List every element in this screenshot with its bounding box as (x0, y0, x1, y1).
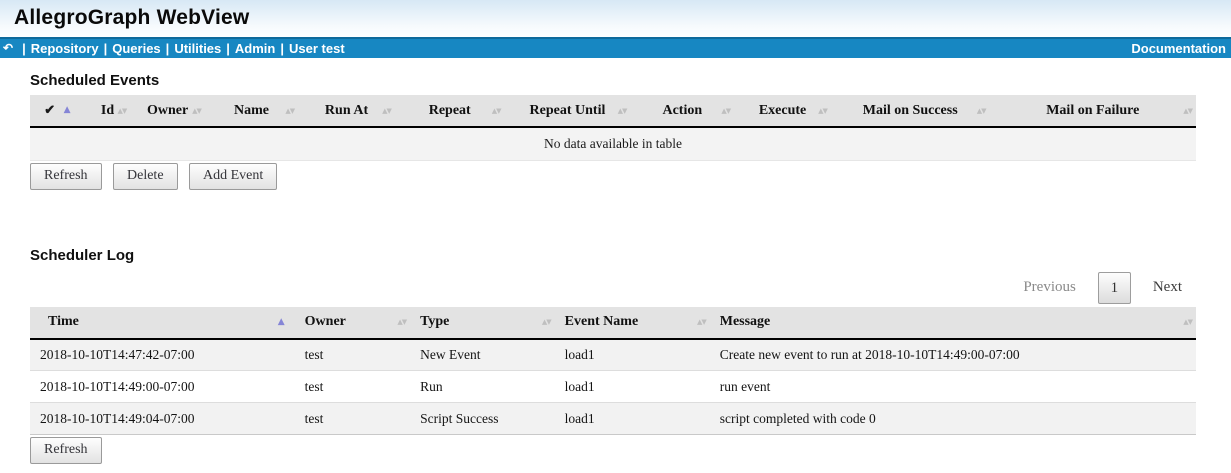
cell-owner: test (295, 339, 410, 371)
scheduled-events-table: ✔ ▲ Id▲▼ Owner▲▼ Name▲▼ Run At▲▼ Repeat▲… (30, 95, 1196, 161)
sort-both-icon: ▲▼ (382, 107, 391, 115)
nav-separator: | (221, 41, 235, 56)
table-row: 2018-10-10T14:49:00-07:00 test Run load1… (30, 371, 1196, 403)
sort-both-icon: ▲▼ (1183, 107, 1192, 115)
column-header-time[interactable]: Time▲ (30, 307, 295, 339)
pagination: Previous 1 Next (30, 272, 1196, 304)
column-header-run-at[interactable]: Run At▲▼ (298, 95, 395, 127)
cell-time: 2018-10-10T14:49:00-07:00 (30, 371, 295, 403)
column-header-mail-on-success[interactable]: Mail on Success▲▼ (831, 95, 990, 127)
cell-owner: test (295, 371, 410, 403)
column-header-repeat-until[interactable]: Repeat Until▲▼ (505, 95, 631, 127)
cell-event-name: load1 (555, 371, 710, 403)
cell-type: Script Success (410, 403, 555, 435)
column-header-action[interactable]: Action▲▼ (630, 95, 734, 127)
sort-both-icon: ▲▼ (492, 107, 501, 115)
pagination-previous[interactable]: Previous (1023, 279, 1076, 296)
cell-type: Run (410, 371, 555, 403)
cell-message: run event (710, 371, 1196, 403)
scheduler-log-table: Time▲ Owner▲▼ Type▲▼ Event Name▲▼ Messag… (30, 307, 1196, 436)
nav-separator: | (17, 41, 31, 56)
cell-event-name: load1 (555, 403, 710, 435)
scheduler-log-heading: Scheduler Log (30, 247, 1196, 264)
column-header-name[interactable]: Name▲▼ (205, 95, 298, 127)
nav-item-documentation[interactable]: Documentation (1131, 41, 1231, 56)
sort-asc-icon: ▲ (278, 317, 285, 327)
check-icon: ✔ (44, 102, 55, 117)
nav-separator: | (161, 41, 175, 56)
nav-item-queries[interactable]: Queries (112, 41, 160, 56)
cell-message: script completed with code 0 (710, 403, 1196, 435)
column-header-mail-on-failure[interactable]: Mail on Failure▲▼ (990, 95, 1196, 127)
sort-both-icon: ▲▼ (192, 107, 201, 115)
sort-both-icon: ▲▼ (818, 107, 827, 115)
app-header: AllegroGraph WebView (0, 0, 1231, 37)
column-header-owner[interactable]: Owner▲▼ (130, 95, 205, 127)
scheduled-events-heading: Scheduled Events (30, 72, 1196, 89)
column-header-repeat[interactable]: Repeat▲▼ (395, 95, 505, 127)
table-row: 2018-10-10T14:47:42-07:00 test New Event… (30, 339, 1196, 371)
pagination-next[interactable]: Next (1153, 279, 1182, 296)
sort-both-icon: ▲▼ (397, 318, 406, 326)
column-header-select[interactable]: ✔ ▲ (30, 95, 85, 127)
sort-both-icon: ▲▼ (285, 107, 294, 115)
column-header-type[interactable]: Type▲▼ (410, 307, 555, 339)
sort-both-icon: ▲▼ (618, 107, 627, 115)
scheduled-events-header-row: ✔ ▲ Id▲▼ Owner▲▼ Name▲▼ Run At▲▼ Repeat▲… (30, 95, 1196, 127)
main-nav: ↶ | Repository | Queries | Utilities | A… (0, 37, 1231, 58)
nav-separator: | (99, 41, 113, 56)
nav-item-admin[interactable]: Admin (235, 41, 275, 56)
pagination-page-1[interactable]: 1 (1098, 272, 1131, 304)
sort-both-icon: ▲▼ (977, 107, 986, 115)
cell-type: New Event (410, 339, 555, 371)
scheduler-log-header-row: Time▲ Owner▲▼ Type▲▼ Event Name▲▼ Messag… (30, 307, 1196, 339)
cell-time: 2018-10-10T14:47:42-07:00 (30, 339, 295, 371)
delete-button[interactable]: Delete (113, 163, 178, 190)
nav-item-utilities[interactable]: Utilities (174, 41, 221, 56)
refresh-button[interactable]: Refresh (30, 437, 102, 464)
column-header-event-name[interactable]: Event Name▲▼ (555, 307, 710, 339)
empty-table-message: No data available in table (30, 127, 1196, 160)
sort-asc-icon: ▲ (64, 105, 71, 115)
column-header-owner[interactable]: Owner▲▼ (295, 307, 410, 339)
column-header-execute[interactable]: Execute▲▼ (734, 95, 831, 127)
sort-both-icon: ▲▼ (117, 107, 126, 115)
cell-time: 2018-10-10T14:49:04-07:00 (30, 403, 295, 435)
sort-both-icon: ▲▼ (1183, 318, 1192, 326)
cell-event-name: load1 (555, 339, 710, 371)
nav-item-repository[interactable]: Repository (31, 41, 99, 56)
page-title: AllegroGraph WebView (0, 0, 1231, 30)
add-event-button[interactable]: Add Event (189, 163, 277, 190)
table-row: 2018-10-10T14:49:04-07:00 test Script Su… (30, 403, 1196, 435)
nav-separator: | (275, 41, 289, 56)
column-header-message[interactable]: Message▲▼ (710, 307, 1196, 339)
cell-owner: test (295, 403, 410, 435)
back-arrow-icon[interactable]: ↶ (0, 41, 17, 57)
nav-item-user-test[interactable]: User test (289, 41, 345, 56)
sort-both-icon: ▲▼ (697, 318, 706, 326)
column-header-id[interactable]: Id▲▼ (85, 95, 130, 127)
sort-both-icon: ▲▼ (721, 107, 730, 115)
cell-message: Create new event to run at 2018-10-10T14… (710, 339, 1196, 371)
sort-both-icon: ▲▼ (542, 318, 551, 326)
empty-table-row: No data available in table (30, 127, 1196, 160)
refresh-button[interactable]: Refresh (30, 163, 102, 190)
